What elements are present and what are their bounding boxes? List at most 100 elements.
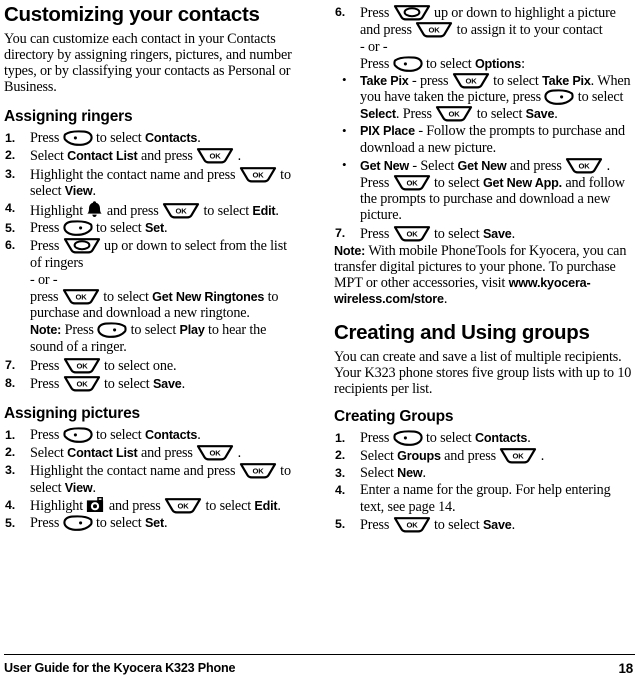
- step-item: 7. Press OK to select Save.: [334, 225, 633, 242]
- step-item: 1. Press to select Contacts.: [334, 430, 633, 446]
- svg-text:OK: OK: [406, 229, 418, 238]
- step-item: 6. Press up or down to select from the l…: [4, 237, 297, 270]
- svg-text:OK: OK: [178, 501, 190, 510]
- right-softkey-icon: [62, 515, 93, 531]
- svg-text:OK: OK: [76, 361, 88, 370]
- step-number: 3.: [335, 466, 346, 481]
- left-softkey-icon: [393, 430, 423, 446]
- ok-key-icon: OK: [565, 157, 603, 174]
- step-item: 3. Highlight the contact name and press …: [4, 166, 297, 199]
- step6-options-line: Press to select Options:: [360, 55, 525, 72]
- step-text: Enter a name for the group. For help ent…: [360, 482, 611, 515]
- bullet-marker: •: [342, 156, 347, 172]
- step6-alternative: press OK to select Get New Ringtones to …: [30, 288, 279, 322]
- step-number: 8.: [5, 375, 16, 390]
- step-item: 1. Press to select Contacts.: [4, 427, 297, 443]
- step-number: 4.: [335, 483, 346, 498]
- step-number: 1.: [5, 131, 16, 146]
- svg-text:OK: OK: [465, 76, 477, 85]
- left-softkey-icon: [63, 427, 93, 443]
- step-number: 7.: [5, 357, 16, 372]
- page-footer: User Guide for the Kyocera K323 Phone 18: [0, 648, 639, 690]
- ok-key-icon: OK: [452, 72, 490, 89]
- navigation-key-icon: [393, 4, 431, 21]
- right-column: 6. Press up or down to highlight a pictu…: [334, 0, 639, 648]
- step-number: 6.: [5, 238, 16, 253]
- step-text: Press up or down to highlight a picture …: [360, 4, 616, 39]
- svg-text:OK: OK: [449, 110, 461, 119]
- svg-text:OK: OK: [75, 292, 87, 301]
- step-text: Press OK to select one.: [30, 357, 177, 374]
- step-item: 1. Press to select Contacts.: [4, 130, 297, 146]
- right-softkey-icon: [544, 89, 574, 105]
- heading-creating-groups: Creating Groups: [334, 407, 454, 425]
- left-softkey-icon: [393, 55, 423, 72]
- step-number: 5.: [5, 221, 16, 236]
- step-item: 4. Enter a name for the group. For help …: [334, 482, 633, 514]
- ringers-step-list-continued: 7. Press OK to select one. 8. Press OK t…: [4, 357, 297, 392]
- ok-key-icon: OK: [499, 447, 537, 464]
- ok-key-icon: OK: [196, 147, 234, 164]
- column-gutter: [305, 0, 334, 648]
- ok-key-icon: OK: [393, 174, 431, 191]
- bell-icon: [86, 200, 103, 218]
- bullet-text: Get New - Select Get New and press OK . …: [360, 157, 625, 224]
- two-column-layout: Customizing your contacts You can custom…: [0, 0, 639, 648]
- ringer-note: Note: Press to select Play to hear the s…: [30, 322, 267, 355]
- note-label: Note:: [334, 243, 366, 258]
- heading-creating-using-groups: Creating and Using groups: [334, 320, 590, 344]
- step-item: 2. Select Contact List and press OK .: [4, 147, 297, 164]
- svg-text:OK: OK: [513, 451, 525, 460]
- step-text: Highlight the contact name and press OK …: [30, 462, 291, 496]
- footer-divider: [4, 654, 635, 655]
- page-title: Customizing your contacts: [4, 3, 260, 26]
- step-number: 2.: [5, 148, 16, 163]
- ok-key-icon: OK: [63, 375, 101, 392]
- step-text: Press OK to select Save.: [360, 516, 515, 533]
- ok-key-icon: OK: [63, 357, 101, 374]
- ok-key-icon: OK: [239, 462, 277, 479]
- step-text: Press to select Contacts.: [360, 429, 531, 446]
- bullet-text: Take Pix - press OK to select Take Pix. …: [360, 72, 631, 123]
- step-number: 4.: [5, 497, 16, 512]
- step-number: 6.: [335, 5, 346, 19]
- step-item: 4. Highlight and press OK to select Edit…: [4, 496, 297, 514]
- step-number: 7.: [335, 225, 346, 240]
- step-text: Press to select Set.: [30, 515, 168, 532]
- step-text: Press OK to select Save.: [360, 225, 515, 242]
- step-text: Highlight and press OK to select Edit.: [30, 496, 281, 514]
- ok-key-icon: OK: [162, 202, 200, 219]
- step-item: 3. Highlight the contact name and press …: [4, 462, 297, 495]
- svg-text:OK: OK: [210, 152, 222, 161]
- step-item: 2. Select Contact List and press OK .: [4, 444, 297, 461]
- step-text: Highlight the contact name and press OK …: [30, 166, 291, 199]
- step-text: Press up or down to select from the list…: [30, 238, 287, 271]
- svg-text:OK: OK: [429, 26, 441, 35]
- step-number: 1.: [335, 430, 346, 445]
- ok-key-icon: OK: [164, 497, 202, 514]
- step-number: 2.: [5, 445, 16, 460]
- bullet-marker: •: [342, 71, 347, 87]
- step-text: Select Groups and press OK .: [360, 447, 545, 464]
- list-item: • Take Pix - press OK to select Take Pix…: [334, 72, 633, 123]
- step-item: 5. Press to select Set.: [4, 220, 297, 236]
- step-text: Press OK to select Save.: [30, 375, 185, 392]
- list-item: • PIX Place - Follow the prompts to purc…: [334, 123, 633, 155]
- list-item: • Get New - Select Get New and press OK …: [334, 157, 633, 224]
- ringers-step-list: 1. Press to select Contacts. 2. Select C…: [4, 130, 297, 271]
- step-number: 3.: [5, 463, 16, 478]
- svg-text:OK: OK: [406, 520, 418, 529]
- step-item: 3. Select New.: [334, 465, 633, 481]
- step-item: 5. Press to select Set.: [4, 515, 297, 531]
- step-text: Select Contact List and press OK .: [30, 445, 241, 462]
- options-bullet-list: • Take Pix - press OK to select Take Pix…: [334, 72, 633, 224]
- left-softkey-icon: [63, 130, 93, 147]
- ok-key-icon: OK: [435, 105, 473, 122]
- step-item: 5. Press OK to select Save.: [334, 516, 633, 533]
- step-text: Press to select Contacts.: [30, 427, 201, 443]
- step-number: 1.: [5, 428, 16, 442]
- right-softkey-icon: [97, 322, 127, 339]
- footer-title: User Guide for the Kyocera K323 Phone: [4, 661, 236, 675]
- step-number: 2.: [335, 447, 346, 462]
- phonetools-note: Note: With mobile PhoneTools for Kyocera…: [334, 242, 627, 308]
